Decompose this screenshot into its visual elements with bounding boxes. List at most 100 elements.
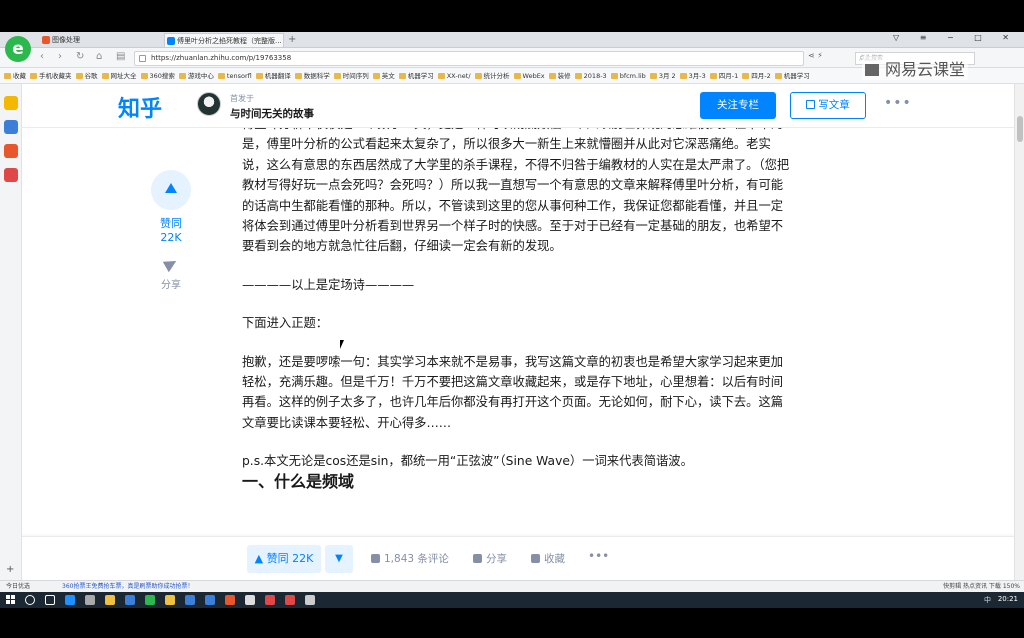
share-icon (473, 554, 482, 563)
upvote-arrow-icon (165, 183, 177, 193)
section-heading: 一、什么是频域 (242, 471, 355, 491)
bottom-share-label: 分享 (486, 553, 507, 565)
browser-sidebar: + (0, 84, 22, 580)
clock[interactable]: 20:21 (998, 595, 1018, 603)
pen-icon (806, 100, 816, 109)
ppt-icon[interactable] (225, 595, 235, 605)
word-icon[interactable] (205, 595, 215, 605)
bottom-more-button[interactable]: ••• (588, 549, 609, 563)
zhihu-logo[interactable]: 知乎 (118, 91, 162, 123)
comments-button[interactable]: 1,843 条评论 (371, 551, 449, 566)
browser-logo-icon[interactable]: e (5, 36, 31, 62)
bookmark-item[interactable]: bfcm.lib (611, 68, 646, 83)
comments-label: 1,843 条评论 (384, 553, 449, 565)
scroll-thumb[interactable] (1017, 116, 1023, 142)
folder-icon[interactable] (105, 595, 115, 605)
url-input[interactable]: https://zhuanlan.zhihu.com/p/19763358 (134, 51, 804, 66)
forward-icon[interactable]: › (58, 51, 62, 62)
column-avatar[interactable] (197, 92, 221, 116)
bottom-share-button[interactable]: 分享 (473, 551, 507, 566)
home-icon[interactable]: ⌂ (96, 51, 102, 62)
bookmark-item[interactable]: tensorfl (218, 68, 252, 83)
bookmark-item[interactable]: 收藏 (4, 68, 26, 83)
app-icon[interactable] (185, 595, 195, 605)
collect-button[interactable]: 收藏 (531, 551, 565, 566)
window-controls[interactable]: ▽ ≡ − □ ✕ (893, 33, 1018, 42)
explorer-icon[interactable] (165, 595, 175, 605)
bookmark-item[interactable]: 机器学习 (399, 68, 434, 83)
tab-image-processing[interactable]: 图像处理 (40, 33, 160, 47)
back-icon[interactable]: ‹ (40, 51, 44, 62)
new-tab-button[interactable]: + (288, 33, 296, 47)
tab-zhihu-article[interactable]: 傅里叶分析之掐死教程（完整版... (164, 33, 284, 47)
share-icon[interactable]: ⋖ ⚡ (808, 51, 823, 60)
bookmark-item[interactable]: 机器学习 (775, 68, 810, 83)
bookmark-item[interactable]: XX-net/ (438, 68, 471, 83)
system-tray[interactable]: 中 (984, 595, 994, 605)
screen: e 图像处理 傅里叶分析之掐死教程（完整版... + ▽ ≡ − □ ✕ ‹ ›… (0, 0, 1024, 638)
collect-label: 收藏 (544, 553, 565, 565)
paint-icon[interactable] (245, 595, 255, 605)
search-icon[interactable] (25, 595, 35, 605)
page-scrollbar[interactable] (1014, 84, 1024, 580)
add-icon[interactable]: + (6, 564, 14, 575)
bottom-upvote-button[interactable]: ▲ 赞同 22K (247, 545, 321, 573)
reader-icon[interactable] (4, 120, 18, 134)
upvote-button[interactable] (151, 170, 191, 210)
star-icon (531, 554, 540, 563)
side-share-label: 分享 (161, 280, 181, 291)
bookmark-item[interactable]: 游戏中心 (179, 68, 214, 83)
watermark-logo-icon (865, 64, 879, 76)
follow-column-button[interactable]: 关注专栏 (700, 92, 776, 119)
status-today-picks[interactable]: 今日优选 (6, 581, 30, 592)
article-divider-line: ————以上是定场诗———— (242, 277, 415, 292)
more-options-button[interactable]: ••• (884, 95, 912, 111)
published-in-label: 首发于 (230, 94, 254, 103)
task-view-icon[interactable] (45, 595, 55, 605)
reload-icon[interactable]: ↻ (76, 51, 84, 62)
app2-icon[interactable] (305, 595, 315, 605)
article-paragraph: 傅里叶分析不仅仅是一个数学工具，更是一种可以彻底颠覆一个人以前世界观的思维模式。… (242, 118, 790, 254)
os-taskbar: 中 20:21 (0, 592, 1024, 608)
write-article-button[interactable]: 写文章 (790, 92, 866, 119)
bookmark-item[interactable]: 机器翻译 (256, 68, 291, 83)
recorder-icon[interactable] (285, 595, 295, 605)
bookmark-item[interactable]: 四月-1 (710, 68, 738, 83)
downvote-button[interactable]: ▼ (325, 545, 353, 573)
bookmark-item[interactable]: 英文 (373, 68, 395, 83)
column-title-link[interactable]: 与时间无关的故事 (230, 106, 314, 121)
article-paragraph: p.s.本文无论是cos还是sin，都统一用“正弦波”（Sine Wave）一词… (242, 454, 693, 469)
favorites-icon[interactable] (4, 96, 18, 110)
status-right-tools[interactable]: 快剪辑 热点资讯 下载 150% (943, 581, 1020, 592)
bookmark-item[interactable]: 3月-3 (680, 68, 706, 83)
bookmark-item[interactable]: 网址大全 (102, 68, 137, 83)
bookmark-item[interactable]: 3月 2 (650, 68, 676, 83)
bookmark-item[interactable]: 四月-2 (742, 68, 770, 83)
bookmark-item[interactable]: 谷歌 (76, 68, 98, 83)
side-share-button[interactable]: 分享 (148, 255, 194, 291)
bookmark-item[interactable]: 2018-3 (575, 68, 607, 83)
article-body: 傅里叶分析不仅仅是一个数学工具，更是一种可以彻底颠覆一个人以前世界观的思维模式。… (242, 118, 795, 492)
bookmark-item[interactable]: WebEx (514, 68, 545, 83)
vote-count: 赞同 22K (160, 217, 182, 244)
mail-icon[interactable] (125, 595, 135, 605)
page-icon[interactable]: ▤ (116, 51, 125, 62)
page-content: 知乎 首发于 与时间无关的故事 关注专栏 写文章 ••• 赞同 22K 分享 傅… (22, 84, 1014, 580)
status-news-link[interactable]: 360抢票王免费抢车票，真是刷票助你成功抢票！ (62, 581, 193, 592)
bookmark-item[interactable]: 统计分析 (475, 68, 510, 83)
pdf-icon[interactable] (265, 595, 275, 605)
write-article-label: 写文章 (818, 99, 850, 111)
store-icon[interactable] (85, 595, 95, 605)
browser-360-icon[interactable] (145, 595, 155, 605)
weibo-icon[interactable] (4, 144, 18, 158)
mouse-cursor (340, 340, 344, 349)
tool-icon[interactable] (4, 168, 18, 182)
bookmark-item[interactable]: 时间序列 (334, 68, 369, 83)
edge-icon[interactable] (65, 595, 75, 605)
bookmark-item[interactable]: 装修 (549, 68, 571, 83)
bookmark-item[interactable]: 数据科学 (295, 68, 330, 83)
bookmark-item[interactable]: 360搜索 (141, 68, 175, 83)
windows-start-icon[interactable] (6, 595, 16, 605)
article-paragraph: 下面进入正题： (242, 316, 329, 331)
bookmark-item[interactable]: 手机收藏夹 (30, 68, 72, 83)
